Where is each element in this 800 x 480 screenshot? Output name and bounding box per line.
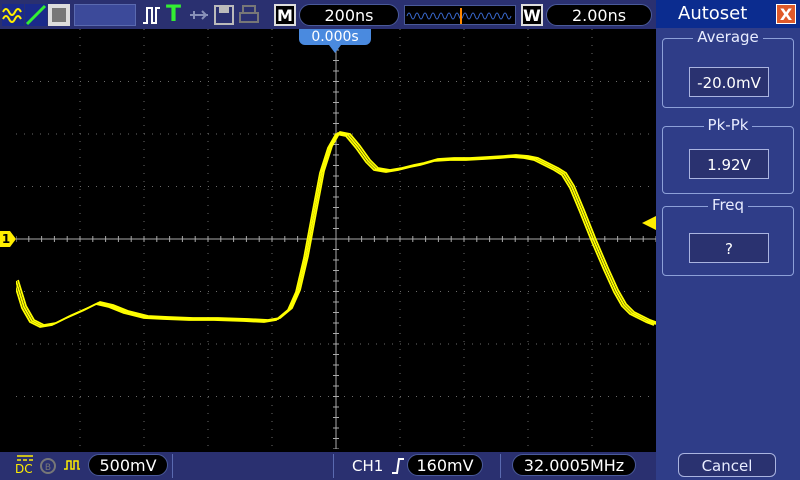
memory-position-bar	[404, 5, 516, 25]
usb-icon	[190, 10, 208, 20]
average-label: Average	[693, 28, 763, 46]
divider	[172, 454, 173, 478]
window-timebase-marker: W	[521, 4, 543, 26]
printer-icon	[239, 5, 259, 23]
top-status-bar: T M 200ns W 2.00ns	[0, 0, 656, 29]
trigger-source-label: CH1	[352, 457, 384, 475]
pkpk-value: 1.92V	[689, 149, 769, 179]
channel-scale-value[interactable]: 500mV	[88, 454, 168, 476]
trigger-status-icon: T	[166, 2, 182, 27]
panel-header: Autoset X	[656, 0, 800, 28]
trigger-position-arrow	[329, 45, 341, 53]
panel-title: Autoset	[678, 3, 748, 24]
waveform-display[interactable]	[13, 28, 659, 450]
coupling-indicator: DC	[15, 454, 35, 478]
coupling-label: DC	[15, 462, 33, 476]
channel1-trace	[13, 133, 655, 328]
bottom-status-bar: DC B 500mV CH1 160mV 32.0005MHz	[0, 452, 656, 480]
pulse-icon	[143, 7, 160, 24]
channel1-marker-label: 1	[1, 232, 11, 246]
trigger-level-marker[interactable]	[642, 216, 656, 230]
divider	[333, 454, 334, 478]
bandwidth-limit-icon: B	[40, 458, 56, 474]
rising-edge-icon	[392, 458, 404, 474]
svg-text:B: B	[45, 463, 51, 473]
freq-label: Freq	[707, 196, 749, 214]
divider	[500, 454, 501, 478]
freq-group: Freq ?	[662, 196, 794, 276]
persist-icon	[48, 4, 70, 26]
window-scale-value[interactable]: 2.00ns	[546, 4, 652, 26]
save-icon	[214, 5, 234, 25]
autoset-panel: Autoset X Average -20.0mV Pk-Pk 1.92V Fr…	[656, 0, 800, 480]
trigger-level-value[interactable]: 160mV	[407, 454, 483, 476]
ramp-icon	[25, 4, 47, 26]
cancel-button[interactable]: Cancel	[678, 453, 776, 477]
pkpk-group: Pk-Pk 1.92V	[662, 116, 794, 194]
trigger-position-tab[interactable]: 0.000s	[299, 29, 371, 45]
average-value: -20.0mV	[689, 67, 769, 97]
invert-icon	[64, 460, 80, 470]
timebase-value[interactable]: 200ns	[299, 4, 399, 26]
channel1-ground-marker[interactable]: 1	[0, 231, 16, 247]
main-timebase-marker: M	[274, 4, 296, 26]
freq-value: ?	[689, 233, 769, 263]
average-group: Average -20.0mV	[662, 28, 794, 108]
close-icon[interactable]: X	[776, 4, 796, 24]
status-blank-box	[74, 4, 136, 26]
pkpk-label: Pk-Pk	[703, 116, 753, 134]
waveform-icon	[2, 4, 24, 26]
frequency-value: 32.0005MHz	[512, 454, 636, 476]
